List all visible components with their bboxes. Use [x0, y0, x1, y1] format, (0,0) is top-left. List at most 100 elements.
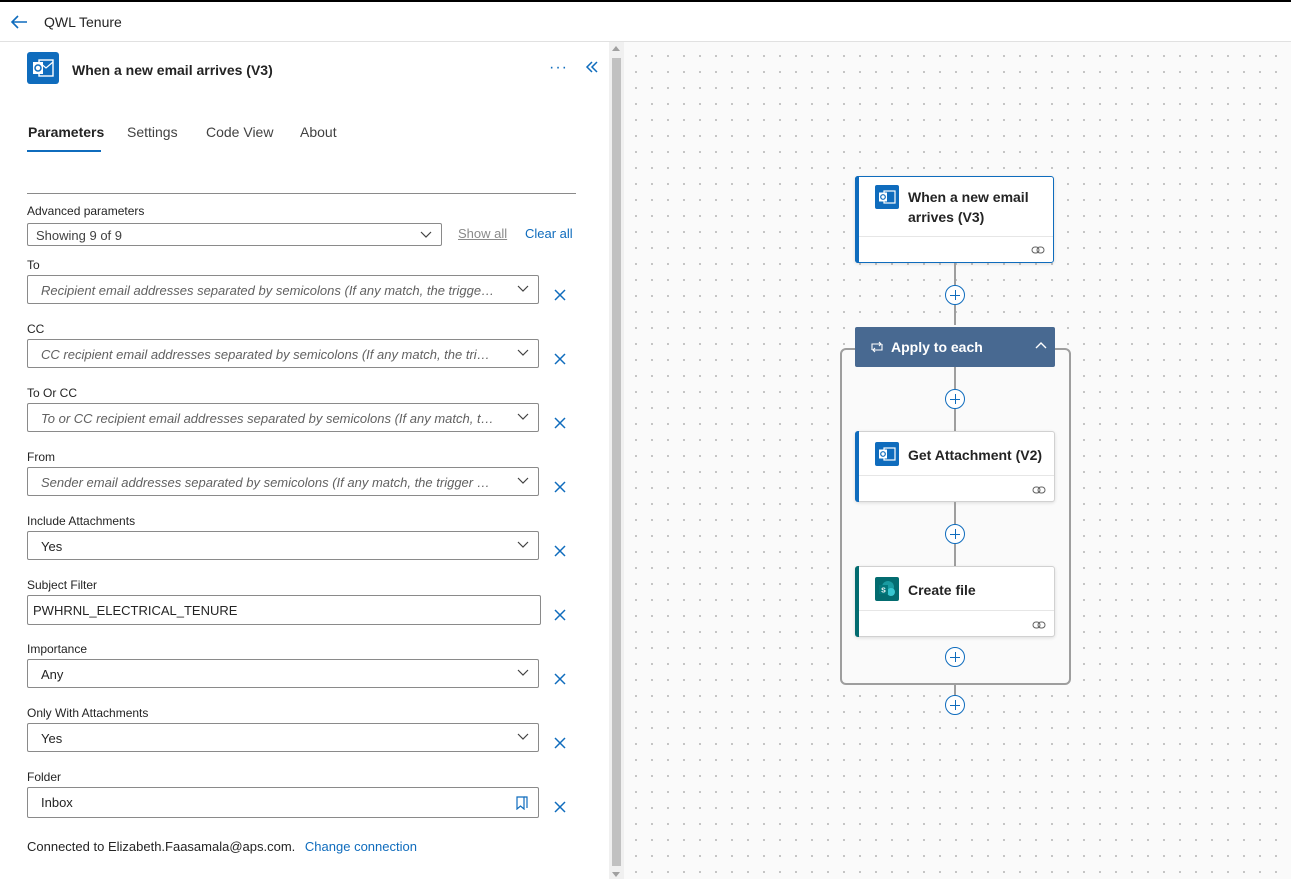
more-options-icon[interactable]: ··· — [549, 59, 568, 77]
create-file-title: Create file — [908, 582, 976, 598]
advanced-parameters-value: Showing 9 of 9 — [36, 228, 123, 243]
get-attachment-title: Get Attachment (V2) — [908, 447, 1043, 463]
field-label-from: From — [27, 450, 55, 464]
outlook-icon — [27, 52, 59, 84]
link-icon — [1031, 246, 1045, 254]
card-accent — [855, 176, 859, 263]
connector-line — [954, 409, 956, 431]
importance-select[interactable]: Any — [27, 659, 539, 688]
active-tab-indicator — [27, 150, 101, 152]
scroll-down-arrow-icon[interactable] — [612, 872, 620, 877]
outlook-icon — [875, 442, 899, 466]
to-placeholder: Recipient email addresses separated by s… — [41, 283, 496, 298]
field-label-subject-filter: Subject Filter — [27, 578, 98, 592]
tab-settings[interactable]: Settings — [127, 124, 178, 140]
connector-line — [954, 305, 956, 325]
to-or-cc-field[interactable]: To or CC recipient email addresses separ… — [27, 403, 539, 432]
connector-line — [954, 544, 956, 566]
flow-title: QWL Tenure — [44, 14, 122, 30]
top-bar: QWL Tenure — [0, 0, 1291, 42]
remove-include-attachments-icon[interactable] — [553, 544, 567, 558]
link-icon — [1032, 621, 1046, 629]
back-arrow-icon[interactable] — [9, 12, 29, 32]
chevron-down-icon — [517, 413, 529, 420]
subject-filter-value: PWHRNL_ELECTRICAL_TENURE — [33, 603, 238, 618]
scroll-thumb[interactable] — [612, 58, 621, 866]
add-step-plus-icon[interactable] — [945, 285, 965, 305]
tab-parameters[interactable]: Parameters — [28, 124, 104, 140]
apply-to-each-title: Apply to each — [891, 339, 983, 355]
importance-value: Any — [41, 667, 64, 682]
chevron-down-icon — [517, 669, 529, 676]
trigger-card[interactable]: When a new email arrives (V3) — [855, 176, 1054, 263]
show-all-link[interactable]: Show all — [458, 226, 507, 241]
chevron-down-icon — [517, 541, 529, 548]
field-label-only-with-attachments: Only With Attachments — [27, 706, 149, 720]
remove-only-with-attachments-icon[interactable] — [553, 736, 567, 750]
only-with-attachments-select[interactable]: Yes — [27, 723, 539, 752]
tab-code-view[interactable]: Code View — [206, 124, 273, 140]
create-file-card[interactable]: S Create file — [855, 566, 1055, 637]
chevron-up-icon[interactable] — [1035, 341, 1047, 349]
connector-line — [954, 367, 956, 389]
subject-filter-input[interactable]: PWHRNL_ELECTRICAL_TENURE — [27, 595, 541, 625]
to-or-cc-placeholder: To or CC recipient email addresses separ… — [41, 411, 496, 426]
include-attachments-select[interactable]: Yes — [27, 531, 539, 560]
connection-info: Connected to Elizabeth.Faasamala@aps.com… — [27, 839, 417, 854]
tab-about[interactable]: About — [300, 124, 337, 140]
add-step-plus-icon[interactable] — [945, 524, 965, 544]
cc-field[interactable]: CC recipient email addresses separated b… — [27, 339, 539, 368]
folder-browse-icon[interactable] — [516, 796, 528, 810]
sharepoint-icon: S — [875, 577, 899, 601]
add-step-in-loop-plus-icon[interactable] — [945, 647, 965, 667]
chevron-down-icon — [517, 477, 529, 484]
to-field[interactable]: Recipient email addresses separated by s… — [27, 275, 539, 304]
collapse-panel-icon[interactable] — [585, 60, 599, 74]
apply-to-each-header[interactable]: Apply to each — [855, 327, 1055, 367]
trigger-details-panel: When a new email arrives (V3) ··· Parame… — [0, 42, 609, 879]
folder-picker[interactable]: Inbox — [27, 787, 539, 818]
card-separator — [859, 610, 1054, 611]
advanced-parameters-select[interactable]: Showing 9 of 9 — [27, 223, 442, 246]
scroll-up-arrow-icon[interactable] — [612, 46, 620, 51]
card-accent — [855, 566, 859, 637]
remove-from-icon[interactable] — [553, 480, 567, 494]
chevron-down-icon — [517, 285, 529, 292]
advanced-parameters-label: Advanced parameters — [27, 204, 145, 218]
field-label-cc: CC — [27, 322, 45, 336]
field-label-include-attachments: Include Attachments — [27, 514, 136, 528]
remove-to-or-cc-icon[interactable] — [553, 416, 567, 430]
designer-canvas[interactable]: When a new email arrives (V3) Apply to e… — [624, 42, 1291, 879]
divider — [27, 193, 576, 194]
from-placeholder: Sender email addresses separated by semi… — [41, 475, 496, 490]
add-step-plus-icon[interactable] — [945, 695, 965, 715]
cc-placeholder: CC recipient email addresses separated b… — [41, 347, 496, 362]
remove-cc-icon[interactable] — [553, 352, 567, 366]
get-attachment-card[interactable]: Get Attachment (V2) — [855, 431, 1055, 502]
link-icon — [1032, 486, 1046, 494]
remove-subject-filter-icon[interactable] — [553, 608, 567, 622]
card-accent — [855, 431, 859, 502]
chevron-down-icon — [420, 231, 432, 238]
card-separator — [859, 475, 1054, 476]
trigger-title-line-2: arrives (V3) — [908, 209, 985, 225]
remove-folder-icon[interactable] — [553, 800, 567, 814]
chevron-down-icon — [517, 349, 529, 356]
card-separator — [859, 236, 1053, 237]
from-field[interactable]: Sender email addresses separated by semi… — [27, 467, 539, 496]
folder-value: Inbox — [41, 795, 73, 810]
chevron-down-icon — [517, 733, 529, 740]
add-step-plus-icon[interactable] — [945, 389, 965, 409]
change-connection-link[interactable]: Change connection — [305, 839, 417, 854]
remove-to-icon[interactable] — [553, 288, 567, 302]
outlook-icon — [875, 185, 899, 209]
field-label-importance: Importance — [27, 642, 88, 656]
trigger-title-line-1: When a new email — [908, 189, 1029, 205]
clear-all-link[interactable]: Clear all — [525, 226, 573, 241]
panel-scrollbar[interactable] — [609, 42, 624, 879]
connector-line — [954, 685, 956, 695]
remove-importance-icon[interactable] — [553, 672, 567, 686]
connector-line — [954, 502, 956, 524]
field-label-to: To — [27, 258, 40, 272]
trigger-card-title: When a new email arrives (V3) — [908, 187, 1029, 227]
